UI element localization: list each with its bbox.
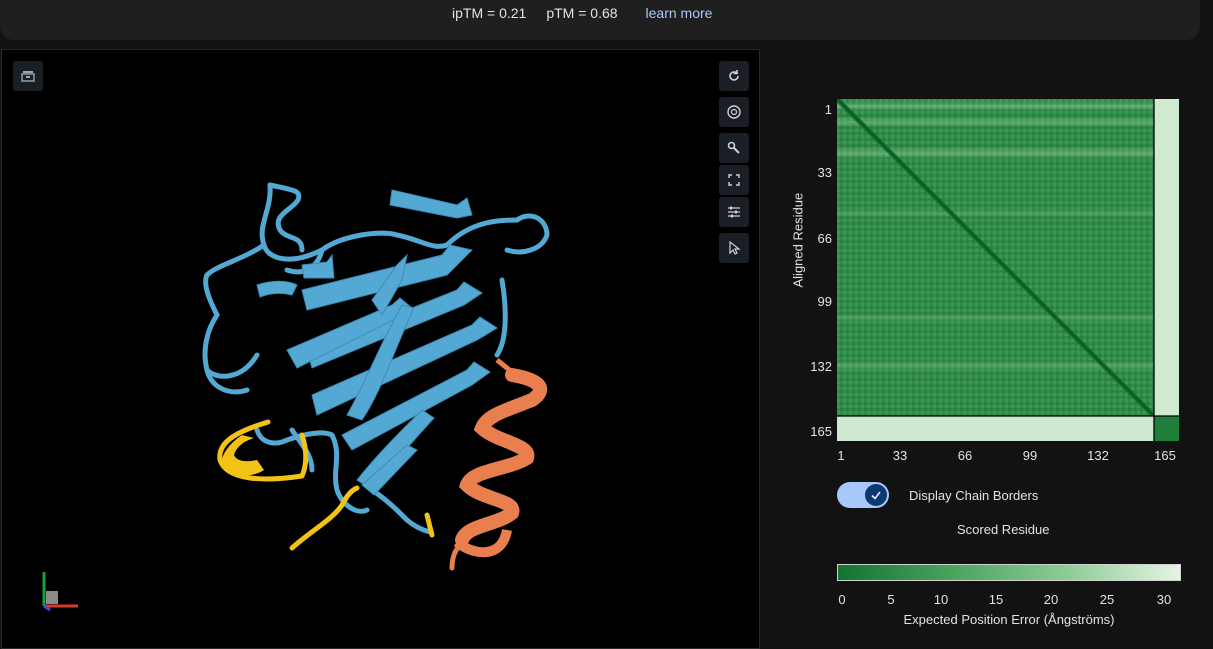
y-tick-33: 33 bbox=[817, 165, 832, 180]
x-tick-66: 66 bbox=[957, 448, 973, 463]
x-tick-99: 99 bbox=[1022, 448, 1038, 463]
x-tick-1: 1 bbox=[837, 448, 845, 463]
iptm-value: ipTM = 0.21 bbox=[452, 5, 527, 21]
protein-structure[interactable] bbox=[2, 50, 760, 649]
x-axis-label: Scored Residue bbox=[957, 522, 1050, 537]
chain-borders-label: Display Chain Borders bbox=[909, 488, 1039, 503]
x-tick-132: 132 bbox=[1087, 448, 1109, 463]
y-tick-99: 99 bbox=[817, 294, 832, 309]
cb-tick-30: 30 bbox=[1156, 592, 1172, 607]
y-tick-132: 132 bbox=[810, 359, 832, 374]
cb-tick-5: 5 bbox=[887, 592, 895, 607]
cb-tick-20: 20 bbox=[1043, 592, 1059, 607]
metrics-row: ipTM = 0.21 pTM = 0.68 learn more bbox=[452, 5, 712, 21]
axes-gizmo bbox=[42, 572, 78, 612]
cb-tick-15: 15 bbox=[988, 592, 1004, 607]
chain-b-helix bbox=[449, 358, 548, 571]
cb-tick-10: 10 bbox=[933, 592, 949, 607]
ptm-value: pTM = 0.68 bbox=[546, 5, 618, 21]
learn-more-link[interactable]: learn more bbox=[646, 5, 713, 21]
x-tick-165: 165 bbox=[1154, 448, 1176, 463]
pae-panel: Aligned Residue 1 33 66 99 132 165 1 33 … bbox=[780, 90, 1213, 646]
y-tick-165: 165 bbox=[810, 424, 832, 439]
check-icon bbox=[865, 484, 887, 506]
y-tick-1: 1 bbox=[824, 102, 832, 117]
colorbar-label: Expected Position Error (Ångströms) bbox=[903, 612, 1115, 627]
cb-tick-0: 0 bbox=[838, 592, 846, 607]
pae-colorbar bbox=[837, 564, 1181, 581]
x-tick-33: 33 bbox=[892, 448, 908, 463]
pae-matrix[interactable] bbox=[837, 99, 1179, 441]
chain-borders-toggle[interactable] bbox=[837, 482, 889, 508]
cb-tick-25: 25 bbox=[1099, 592, 1115, 607]
structure-viewer[interactable] bbox=[1, 49, 760, 649]
metrics-header: ipTM = 0.21 pTM = 0.68 learn more bbox=[0, 0, 1200, 40]
y-tick-66: 66 bbox=[817, 231, 832, 246]
